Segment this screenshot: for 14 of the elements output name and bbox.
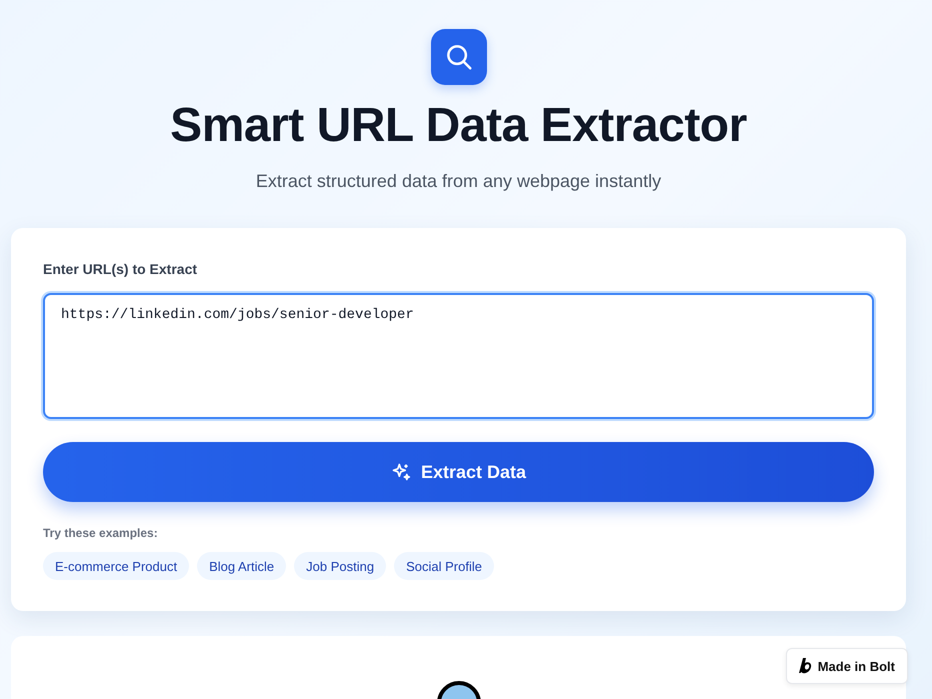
example-chip[interactable]: Social Profile <box>394 552 494 580</box>
example-chip[interactable]: E-commerce Product <box>43 552 190 580</box>
url-input-field[interactable]: https://linkedin.com/jobs/senior-developer <box>43 293 874 419</box>
url-label: Enter URL(s) to Extract <box>43 260 198 278</box>
extract-button[interactable]: Extract Data <box>43 442 874 502</box>
page-subtitle: Extract structured data from any webpage instantly <box>256 170 662 193</box>
example-chip[interactable]: Job Posting <box>294 552 386 580</box>
page-title: Smart URL Data Extractor <box>170 98 747 154</box>
examples-label: Try these examples: <box>43 526 159 540</box>
example-chip[interactable]: Blog Article <box>197 552 286 580</box>
sparkles-icon <box>390 462 411 482</box>
made-in-bolt-badge[interactable]: Made in Bolt <box>786 648 908 684</box>
badge-label: Made in Bolt <box>818 658 895 674</box>
bolt-logo-icon <box>798 658 812 674</box>
